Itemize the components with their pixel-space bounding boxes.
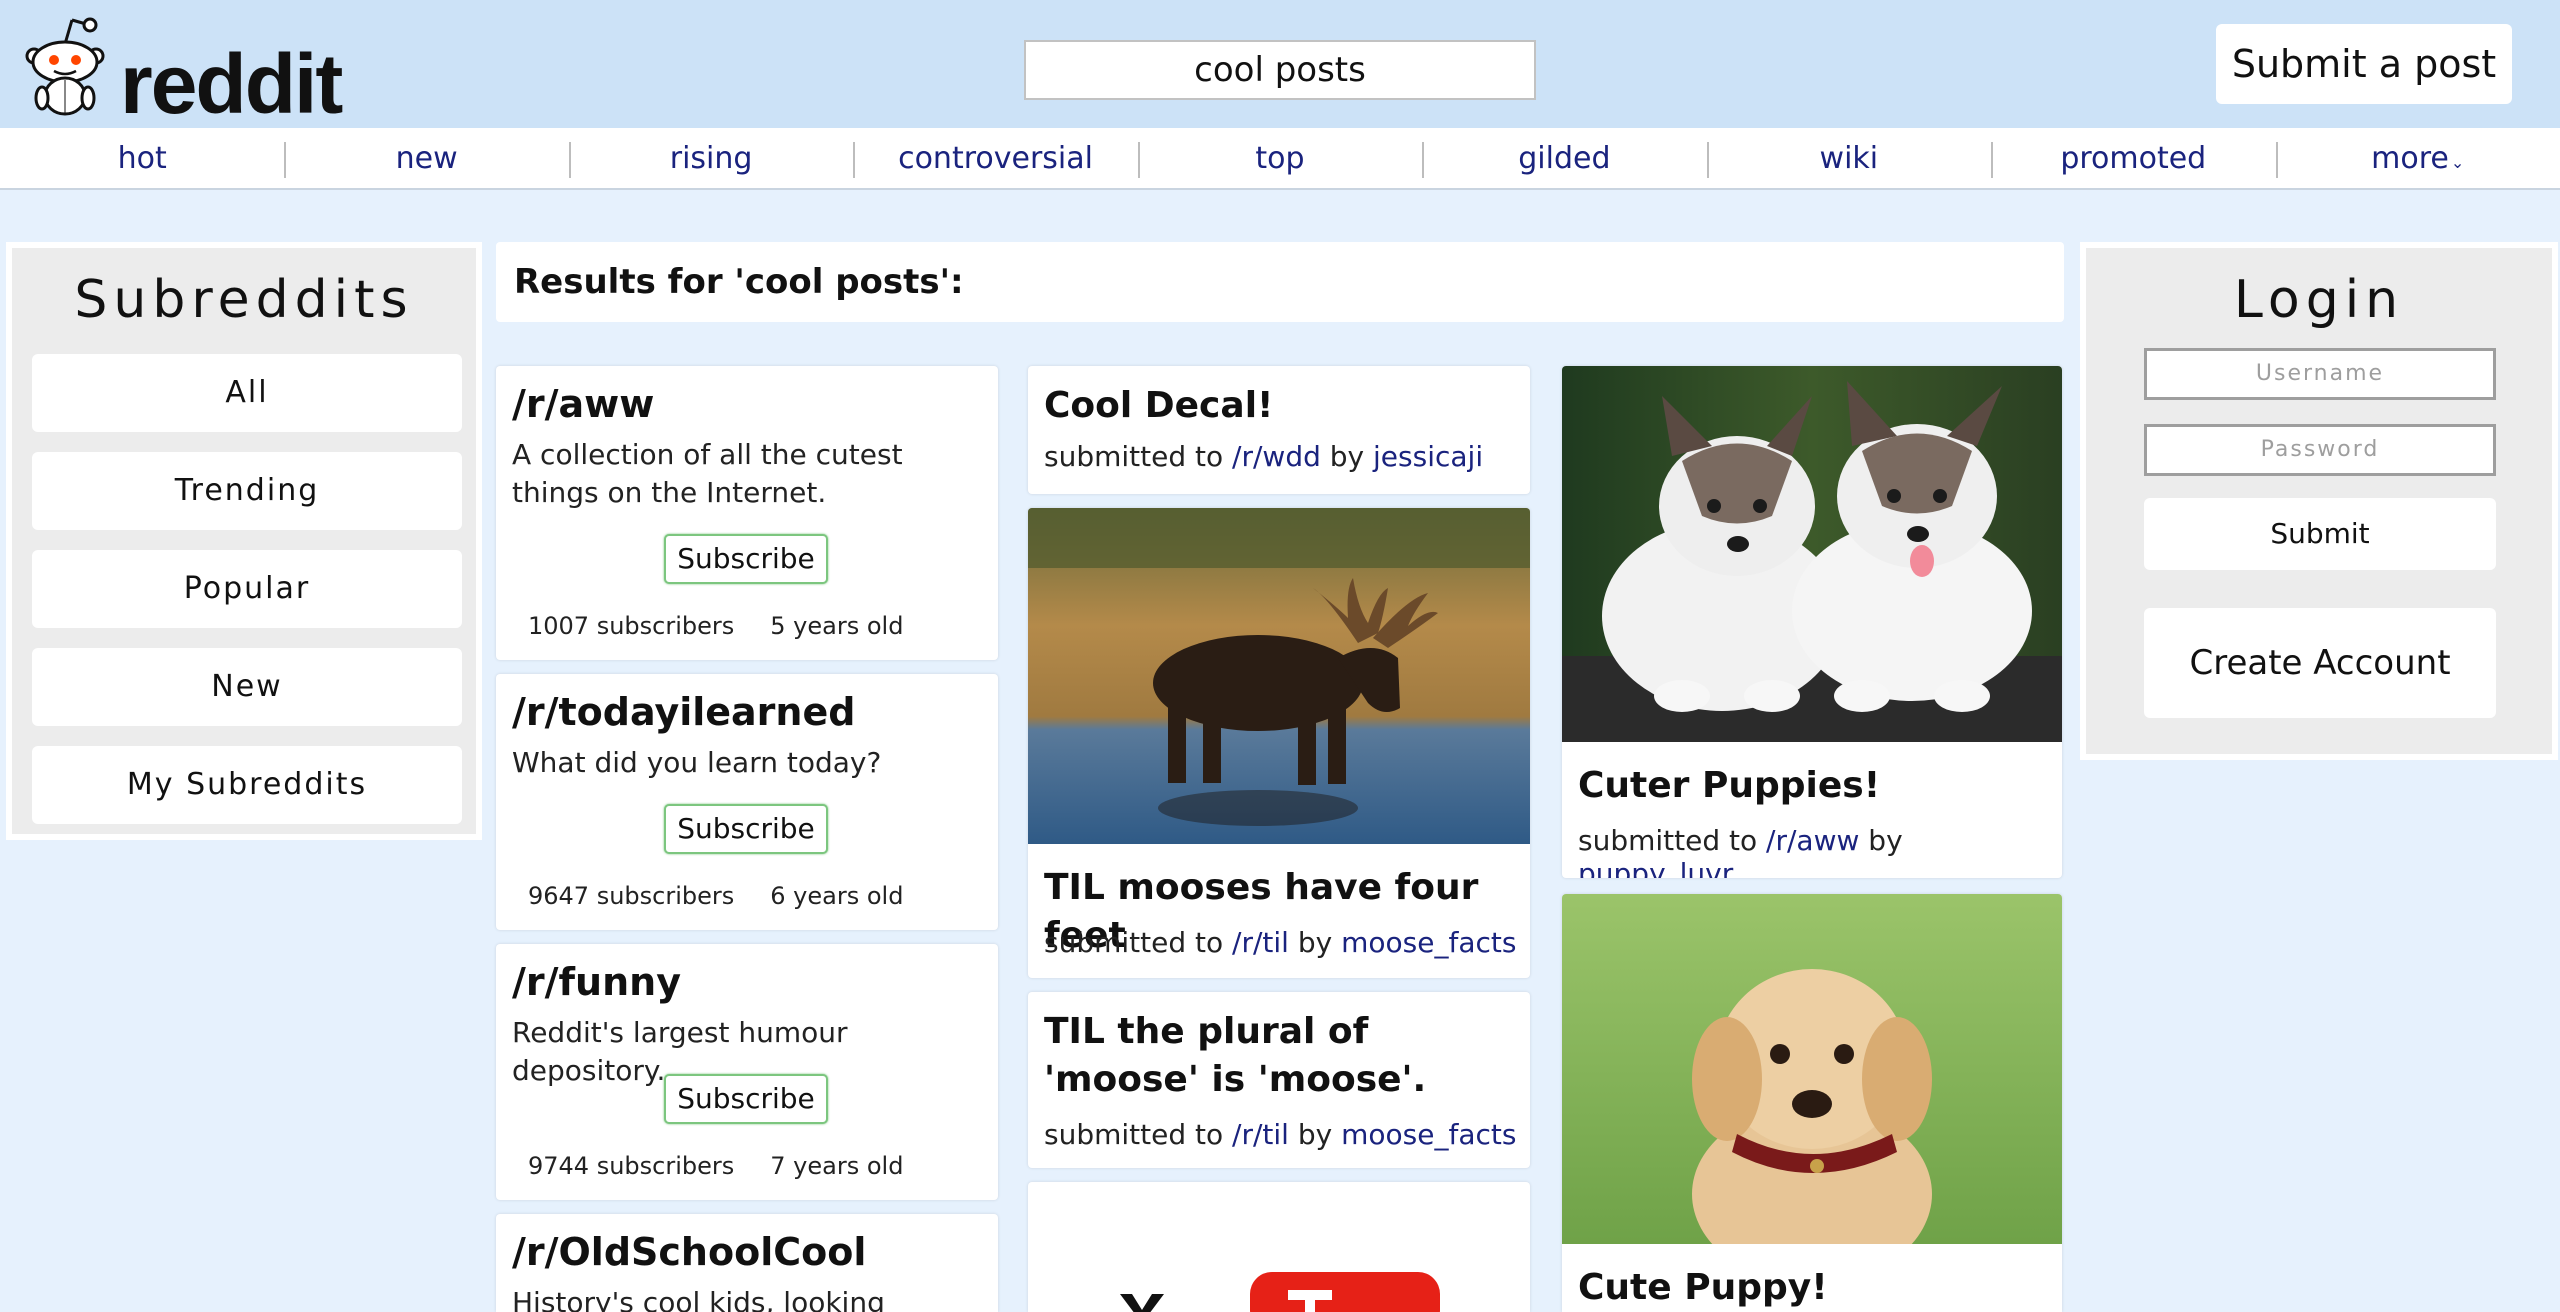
post-title[interactable]: Cuter Puppies! [1578,762,2058,810]
chevron-down-icon: ⌄ [2450,153,2465,172]
subreddit-description: What did you learn today? [512,746,882,779]
nav-item-promoted[interactable]: promoted [1991,128,2275,188]
subscriber-count: 9744 subscribers [528,1152,735,1180]
subscribe-button[interactable]: Subscribe [664,1074,828,1124]
subreddit-age: 7 years old [770,1152,904,1180]
subreddit-age: 6 years old [770,882,904,910]
post-subreddit-link[interactable]: /r/wdd [1232,440,1321,473]
post-subreddit-link[interactable]: /r/aww [1766,824,1859,857]
post-card[interactable]: Cute Puppy! [1562,894,2062,1312]
subreddit-meta: 9744 subscribers 7 years old [528,1152,903,1180]
husky-puppies-image[interactable] [1562,366,2062,742]
subreddit-name[interactable]: /r/aww [512,382,654,426]
results-heading: Results for 'cool posts': [496,242,2064,322]
nav-item-controversial[interactable]: controversial [853,128,1137,188]
subreddit-filter-popular[interactable]: Popular [32,550,462,628]
post-author-link[interactable]: jessicaji [1373,440,1483,473]
subreddit-card: /r/funny Reddit's largest humour deposit… [496,944,998,1200]
by-label: by [1297,926,1333,959]
login-title: Login [2233,270,2405,330]
nav-item-gilded[interactable]: gilded [1422,128,1706,188]
post-author-link[interactable]: moose_facts [1341,926,1516,959]
post-author-link[interactable]: moose_facts [1341,1118,1516,1151]
subreddit-filter-my-subreddits[interactable]: My Subreddits [32,746,462,824]
nav-more-label: more [2371,141,2449,176]
subscribe-button[interactable]: Subscribe [664,804,828,854]
post-card[interactable]: TIL mooses have four feet submitted to /… [1028,508,1530,978]
subreddit-filter-all[interactable]: All [32,354,462,432]
post-card[interactable]: Cuter Puppies! submitted to /r/aww by pu… [1562,366,2062,878]
submitted-to-label: submitted to [1044,440,1224,473]
subreddit-name[interactable]: /r/OldSchoolCool [512,1230,866,1274]
post-meta: submitted to /r/aww by puppy_luvr [1578,824,2062,878]
nav-item-wiki[interactable]: wiki [1706,128,1991,188]
login-submit-button[interactable]: Submit [2144,498,2496,570]
post-title[interactable]: TIL the plural of 'moose' is 'moose'. [1044,1008,1524,1104]
by-label: by [1868,824,1903,857]
submitted-to-label: submitted to [1044,926,1224,959]
by-label: by [1329,440,1365,473]
subreddit-description: History's cool kids, looking fantastic! [512,1286,885,1312]
subreddit-card: /r/OldSchoolCool History's cool kids, lo… [496,1214,998,1312]
subreddit-meta: 1007 subscribers 5 years old [528,612,903,640]
subreddits-panel: Subreddits All Trending Popular New My S… [6,242,482,840]
post-meta: submitted to /r/til by moose_facts [1044,926,1516,959]
subreddit-card: /r/aww A collection of all the cutest th… [496,366,998,660]
create-account-button[interactable]: Create Account [2144,608,2496,718]
nav-item-top[interactable]: top [1137,128,1422,188]
post-subreddit-link[interactable]: /r/til [1232,1118,1289,1151]
subreddit-filter-trending[interactable]: Trending [32,452,462,530]
submitted-to-label: submitted to [1044,1118,1224,1151]
subreddit-filter-new[interactable]: New [32,648,462,726]
youtube-logo[interactable] [1028,1182,1530,1312]
subreddit-name[interactable]: /r/funny [512,960,681,1004]
login-panel: Login Username Password Submit Create Ac… [2080,242,2558,760]
subreddit-age: 5 years old [770,612,904,640]
header: reddit cool posts Submit a post [0,0,2560,131]
post-card[interactable]: Cool Decal! submitted to /r/wdd by jessi… [1028,366,1530,494]
post-card[interactable] [1028,1182,1530,1312]
sort-nav: hot new rising controversial top gilded … [0,128,2560,190]
post-title[interactable]: Cool Decal! [1044,382,1524,430]
subreddit-name[interactable]: /r/todayilearned [512,690,855,734]
search-input[interactable]: cool posts [1024,40,1536,100]
nav-item-new[interactable]: new [284,128,568,188]
subreddit-meta: 9647 subscribers 6 years old [528,882,903,910]
moose-image[interactable] [1028,508,1530,844]
subreddit-description: A collection of all the cutest things on… [512,438,903,509]
reddit-logo[interactable]: reddit [20,14,343,131]
subscriber-count: 9647 subscribers [528,882,735,910]
subscriber-count: 1007 subscribers [528,612,735,640]
subreddit-card: /r/todayilearned What did you learn toda… [496,674,998,930]
nav-item-more[interactable]: more ⌄ [2275,128,2560,188]
post-title[interactable]: Cute Puppy! [1578,1264,2058,1312]
subscribe-button[interactable]: Subscribe [664,534,828,584]
nav-item-hot[interactable]: hot [0,128,284,188]
nav-item-rising[interactable]: rising [568,128,853,188]
golden-puppy-image[interactable] [1562,894,2062,1244]
reddit-alien-icon [25,17,105,116]
post-meta: submitted to /r/til by moose_facts [1044,1118,1516,1151]
password-field[interactable]: Password [2144,424,2496,476]
subreddits-title: Subreddits [74,270,414,330]
post-card[interactable]: TIL the plural of 'moose' is 'moose'. su… [1028,992,1530,1168]
by-label: by [1297,1118,1333,1151]
post-subreddit-link[interactable]: /r/til [1232,926,1289,959]
post-meta: submitted to /r/wdd by jessicaji [1044,440,1483,473]
logo-text: reddit [120,37,343,131]
username-field[interactable]: Username [2144,348,2496,400]
submitted-to-label: submitted to [1578,824,1758,857]
submit-post-button[interactable]: Submit a post [2216,24,2512,104]
post-author-link[interactable]: puppy_luvr [1578,857,1733,878]
